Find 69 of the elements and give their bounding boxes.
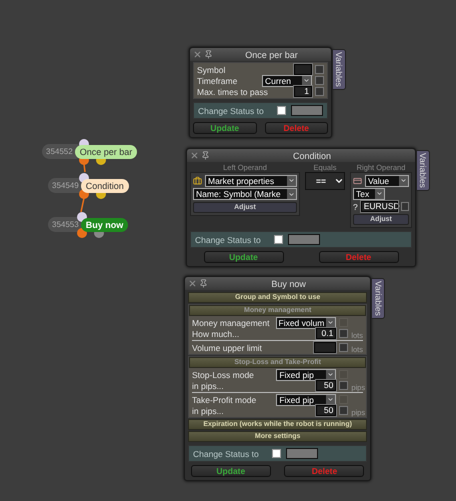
pin-icon[interactable] xyxy=(199,279,208,288)
node-label[interactable]: Once per bar xyxy=(74,144,138,158)
status-label: Change Status to xyxy=(198,106,264,116)
pin-icon[interactable] xyxy=(201,151,210,160)
input-field[interactable] xyxy=(294,64,312,75)
card-icon xyxy=(353,176,362,186)
status-label: Change Status to xyxy=(193,448,259,458)
field-label: Timeframe xyxy=(197,76,238,86)
caret-icon xyxy=(303,77,310,84)
field-label: in pips... xyxy=(192,380,224,390)
input-field[interactable]: EURUSD xyxy=(360,201,398,212)
field-label: How much... xyxy=(192,328,240,338)
variables-tab[interactable]: Variables xyxy=(332,49,346,90)
dropdown[interactable]: Name: Symbol (Marke xyxy=(193,188,297,200)
checkbox[interactable] xyxy=(339,343,348,352)
field-label: Take-Profit mode xyxy=(192,394,256,404)
dropdown[interactable]: Value xyxy=(365,174,409,186)
prefix-label: ? xyxy=(353,202,358,212)
status-checkbox[interactable] xyxy=(276,106,286,115)
connector-line xyxy=(80,198,85,212)
update-button[interactable]: Update xyxy=(193,122,256,134)
pin-icon[interactable] xyxy=(204,50,213,59)
field-label: Max. times to pass xyxy=(197,86,268,96)
checkbox[interactable] xyxy=(339,329,348,338)
input-field[interactable] xyxy=(314,342,336,353)
input-field[interactable]: 50 xyxy=(316,405,336,416)
field-label: Volume upper limit xyxy=(192,342,262,352)
input-field[interactable]: 50 xyxy=(316,380,336,391)
node-label[interactable]: Buy now xyxy=(80,218,128,232)
checkbox[interactable] xyxy=(315,65,324,74)
dropdown[interactable]: Tex xyxy=(353,188,385,200)
caret-icon xyxy=(327,371,334,378)
checkbox[interactable] xyxy=(339,381,348,390)
field-label: Stop-Loss mode xyxy=(192,370,254,380)
caret-icon xyxy=(327,396,334,403)
panel-title: Condition xyxy=(292,150,332,160)
update-button[interactable]: Update xyxy=(204,251,284,263)
status-label: Change Status to xyxy=(195,234,261,244)
variables-tab[interactable]: Variables xyxy=(416,150,430,191)
caret-icon xyxy=(376,190,383,197)
node-label[interactable]: Condition xyxy=(80,178,129,192)
caret-icon xyxy=(400,177,407,184)
checkbox[interactable] xyxy=(315,76,324,85)
variables-tab[interactable]: Variables xyxy=(371,278,386,319)
dropdown[interactable]: Market properties xyxy=(205,174,297,186)
dropdown[interactable]: Curren xyxy=(262,74,312,86)
update-button[interactable]: Update xyxy=(190,465,271,477)
status-color-field[interactable] xyxy=(290,105,323,116)
field-label: Symbol xyxy=(197,64,226,74)
status-color-field[interactable] xyxy=(286,448,318,459)
operator-dropdown[interactable]: == xyxy=(305,172,345,190)
panel-title: Buy now xyxy=(270,278,307,288)
field-label: Money management xyxy=(192,318,270,328)
close-icon[interactable] xyxy=(193,50,202,59)
panel-title: Once per bar xyxy=(244,50,299,60)
checkbox[interactable] xyxy=(315,87,324,96)
close-icon[interactable] xyxy=(188,279,197,288)
close-icon[interactable] xyxy=(190,151,199,160)
briefcase-icon xyxy=(193,176,202,186)
caret-icon xyxy=(334,176,344,186)
input-field[interactable]: 0.1 xyxy=(316,328,336,339)
checkbox[interactable] xyxy=(339,406,348,415)
status-checkbox[interactable] xyxy=(274,235,283,244)
input-field[interactable]: 1 xyxy=(294,86,312,97)
caret-icon xyxy=(327,319,334,326)
status-color-field[interactable] xyxy=(288,234,320,245)
field-label: in pips... xyxy=(192,406,224,416)
status-checkbox[interactable] xyxy=(272,449,281,458)
checkbox[interactable] xyxy=(400,202,409,211)
